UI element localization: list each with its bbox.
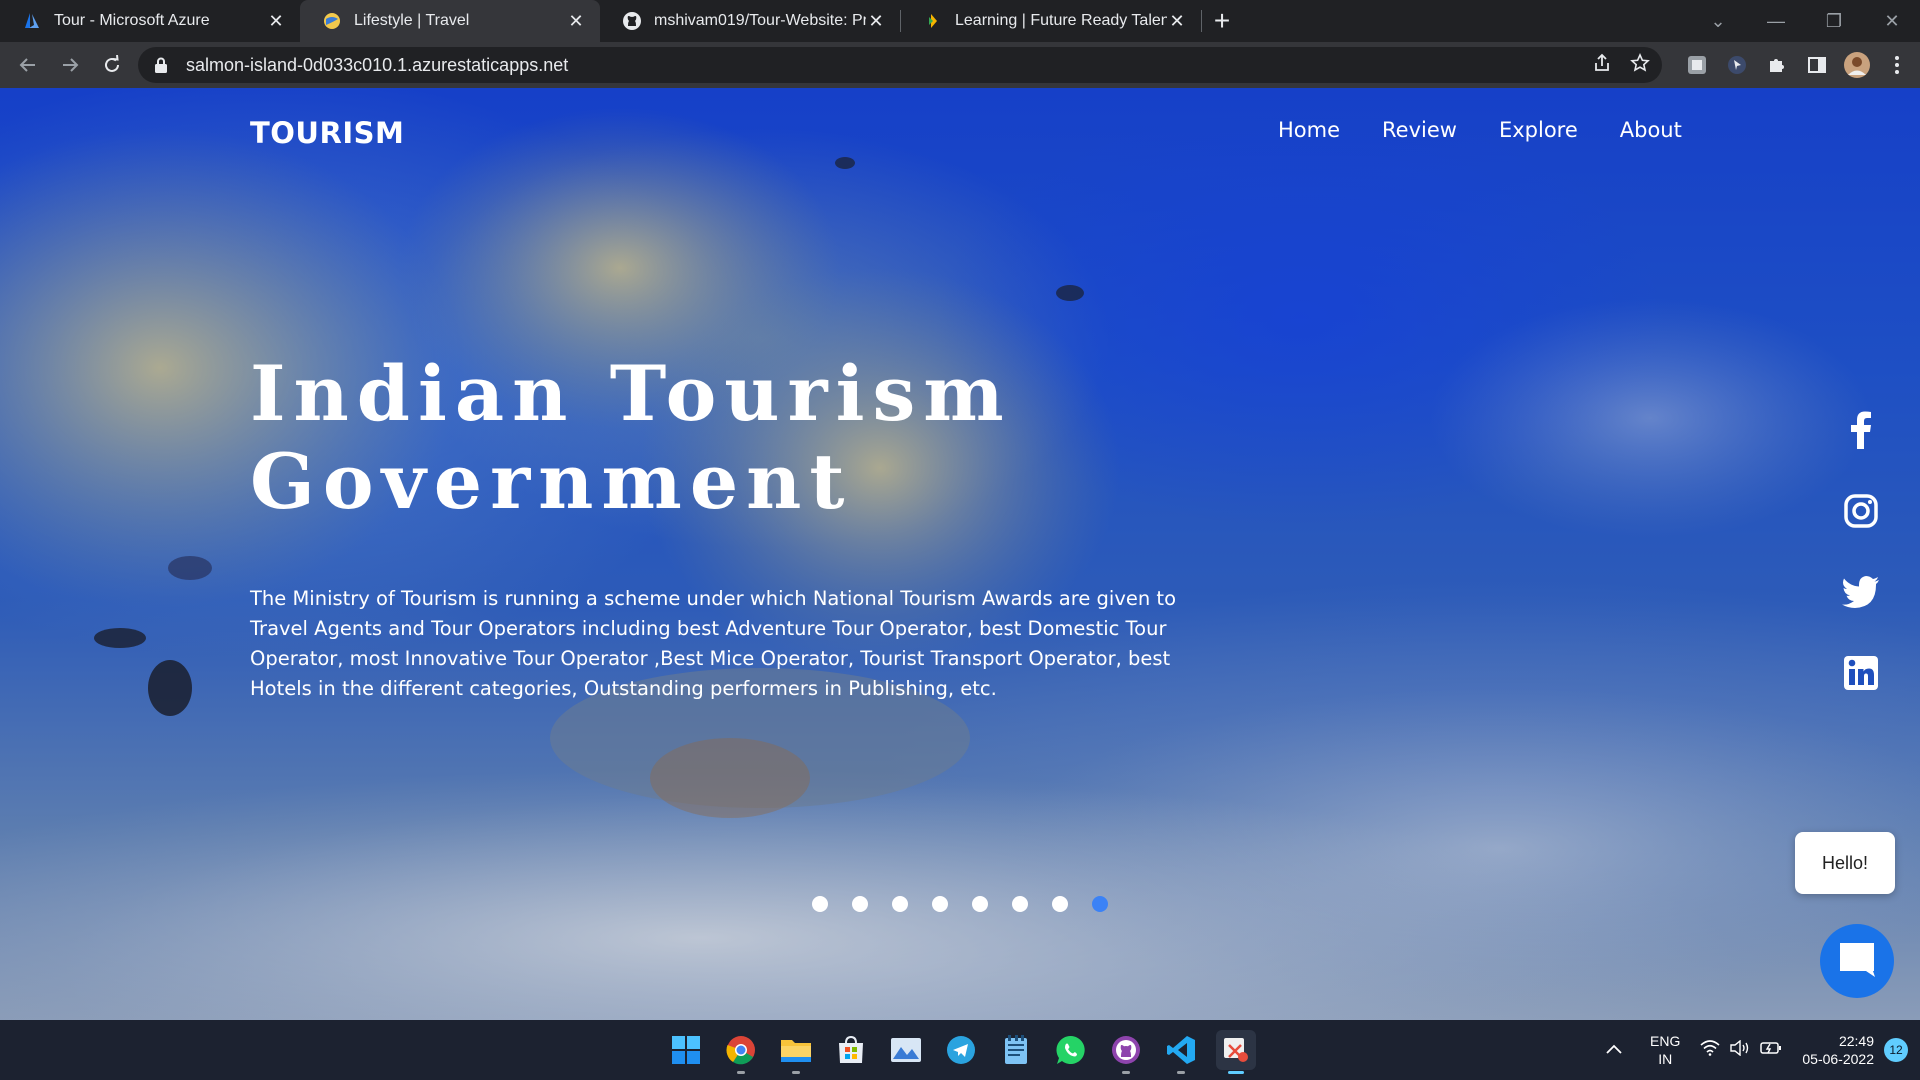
file-explorer-icon[interactable] bbox=[776, 1030, 816, 1074]
restore-icon[interactable]: ❐ bbox=[1806, 0, 1862, 42]
whatsapp-icon[interactable] bbox=[1051, 1030, 1091, 1070]
profile-avatar[interactable] bbox=[1842, 50, 1872, 80]
slider-dots bbox=[812, 896, 1108, 912]
share-icon[interactable] bbox=[1592, 53, 1612, 78]
close-icon[interactable]: ✕ bbox=[266, 11, 286, 31]
running-indicator bbox=[792, 1071, 800, 1074]
toolbar-extensions bbox=[1682, 42, 1912, 88]
volume-icon[interactable] bbox=[1730, 1039, 1750, 1061]
running-indicator bbox=[1122, 1071, 1130, 1074]
photos-icon[interactable] bbox=[886, 1030, 926, 1070]
wifi-icon[interactable] bbox=[1700, 1039, 1720, 1061]
language-indicator[interactable]: ENG IN bbox=[1650, 1032, 1680, 1068]
minimize-icon[interactable]: — bbox=[1748, 0, 1804, 42]
slider-dot[interactable] bbox=[892, 896, 908, 912]
running-indicator bbox=[737, 1071, 745, 1074]
lock-icon[interactable] bbox=[152, 56, 170, 74]
underwater-background-image bbox=[0, 108, 1920, 1020]
slider-dot-active[interactable] bbox=[1092, 896, 1108, 912]
address-bar[interactable]: salmon-island-0d033c010.1.azurestaticapp… bbox=[138, 47, 1662, 83]
puzzle-icon[interactable] bbox=[1762, 50, 1792, 80]
snipping-tool-icon[interactable] bbox=[1216, 1030, 1256, 1074]
browser-tab[interactable]: mshivam019/Tour-Website: Proje ✕ bbox=[600, 0, 900, 42]
region-code: IN bbox=[1658, 1051, 1673, 1067]
linkedin-icon[interactable] bbox=[1842, 654, 1880, 692]
close-window-icon[interactable]: ✕ bbox=[1864, 0, 1920, 42]
language-code: ENG bbox=[1650, 1033, 1681, 1049]
running-indicator bbox=[1177, 1071, 1185, 1074]
slider-dot[interactable] bbox=[812, 896, 828, 912]
site-logo[interactable]: TOURISM bbox=[250, 116, 404, 150]
taskbar-apps bbox=[666, 1020, 1256, 1080]
hero-description: The Ministry of Tourism is running a sch… bbox=[250, 587, 1177, 700]
tab-title: Lifestyle | Travel bbox=[354, 12, 470, 29]
new-tab-button[interactable]: + bbox=[1202, 0, 1242, 42]
globe-icon bbox=[322, 11, 342, 31]
tab-search-icon[interactable]: ⌄ bbox=[1690, 0, 1746, 42]
github-icon bbox=[622, 11, 642, 31]
facebook-icon[interactable] bbox=[1842, 411, 1880, 449]
clock-time: 22:49 bbox=[1838, 1033, 1874, 1049]
notepad-icon[interactable] bbox=[996, 1030, 1036, 1070]
nav-about-link[interactable]: About bbox=[1620, 118, 1682, 142]
reload-icon[interactable] bbox=[92, 45, 132, 85]
windows-start-icon[interactable] bbox=[666, 1030, 706, 1070]
twitter-icon[interactable] bbox=[1842, 573, 1880, 611]
browser-tab-active[interactable]: Lifestyle | Travel ✕ bbox=[300, 0, 600, 42]
tab-title: Learning | Future Ready Talent bbox=[955, 12, 1167, 29]
cursor-extension-icon[interactable] bbox=[1722, 50, 1752, 80]
hero-title: Indian Tourism Government bbox=[250, 350, 1012, 526]
url-text: salmon-island-0d033c010.1.azurestaticapp… bbox=[186, 54, 569, 75]
browser-tabstrip: Tour - Microsoft Azure ✕ Lifestyle | Tra… bbox=[0, 0, 1920, 42]
chat-icon bbox=[1837, 940, 1877, 983]
microsoft-store-icon[interactable] bbox=[831, 1030, 871, 1070]
nav-home-link[interactable]: Home bbox=[1278, 118, 1340, 142]
vscode-icon[interactable] bbox=[1161, 1030, 1201, 1074]
windows-taskbar: ENG IN 22:49 05-06-2022 12 bbox=[0, 1020, 1920, 1080]
browser-tab[interactable]: Learning | Future Ready Talent ✕ bbox=[901, 0, 1201, 42]
clock[interactable]: 22:49 05-06-2022 bbox=[1802, 1032, 1874, 1068]
forward-icon[interactable] bbox=[50, 45, 90, 85]
chevron-up-icon[interactable] bbox=[1606, 1041, 1622, 1059]
omnibox-actions bbox=[1592, 47, 1650, 83]
menu-kebab-icon[interactable] bbox=[1882, 50, 1912, 80]
close-icon[interactable]: ✕ bbox=[566, 11, 586, 31]
azure-icon bbox=[22, 11, 42, 31]
running-indicator bbox=[1228, 1071, 1244, 1074]
tab-title: mshivam019/Tour-Website: Proje bbox=[654, 12, 866, 29]
nav-review-link[interactable]: Review bbox=[1382, 118, 1457, 142]
chrome-icon[interactable] bbox=[721, 1030, 761, 1074]
browser-tab[interactable]: Tour - Microsoft Azure ✕ bbox=[0, 0, 300, 42]
hero-section: TOURISM Home Review Explore About Indian… bbox=[0, 88, 1920, 1020]
bookmark-star-icon[interactable] bbox=[1630, 52, 1650, 78]
site-nav: Home Review Explore About bbox=[1278, 118, 1682, 142]
battery-icon[interactable] bbox=[1760, 1040, 1782, 1061]
close-icon[interactable]: ✕ bbox=[1167, 11, 1187, 31]
slider-dot[interactable] bbox=[1052, 896, 1068, 912]
extension-icon[interactable] bbox=[1682, 50, 1712, 80]
back-icon[interactable] bbox=[8, 45, 48, 85]
close-icon[interactable]: ✕ bbox=[866, 11, 886, 31]
github-desktop-icon[interactable] bbox=[1106, 1030, 1146, 1074]
clock-date: 05-06-2022 bbox=[1802, 1051, 1874, 1067]
chat-button[interactable] bbox=[1820, 924, 1894, 998]
chat-greeting-bubble[interactable]: Hello! bbox=[1795, 832, 1895, 894]
tab-title: Tour - Microsoft Azure bbox=[54, 12, 210, 29]
side-panel-icon[interactable] bbox=[1802, 50, 1832, 80]
system-tray: ENG IN 22:49 05-06-2022 12 bbox=[1606, 1020, 1920, 1080]
hero-title-line-2: Government bbox=[250, 437, 853, 526]
browser-toolbar: salmon-island-0d033c010.1.azurestaticapp… bbox=[0, 42, 1920, 88]
slider-dot[interactable] bbox=[932, 896, 948, 912]
hero-title-line-1: Indian Tourism bbox=[250, 349, 1012, 438]
telegram-icon[interactable] bbox=[941, 1030, 981, 1070]
slider-dot[interactable] bbox=[1012, 896, 1028, 912]
instagram-icon[interactable] bbox=[1842, 492, 1880, 530]
notification-badge[interactable]: 12 bbox=[1884, 1038, 1908, 1062]
slider-dot[interactable] bbox=[972, 896, 988, 912]
nav-explore-link[interactable]: Explore bbox=[1499, 118, 1578, 142]
slider-dot[interactable] bbox=[852, 896, 868, 912]
learning-icon bbox=[923, 11, 943, 31]
